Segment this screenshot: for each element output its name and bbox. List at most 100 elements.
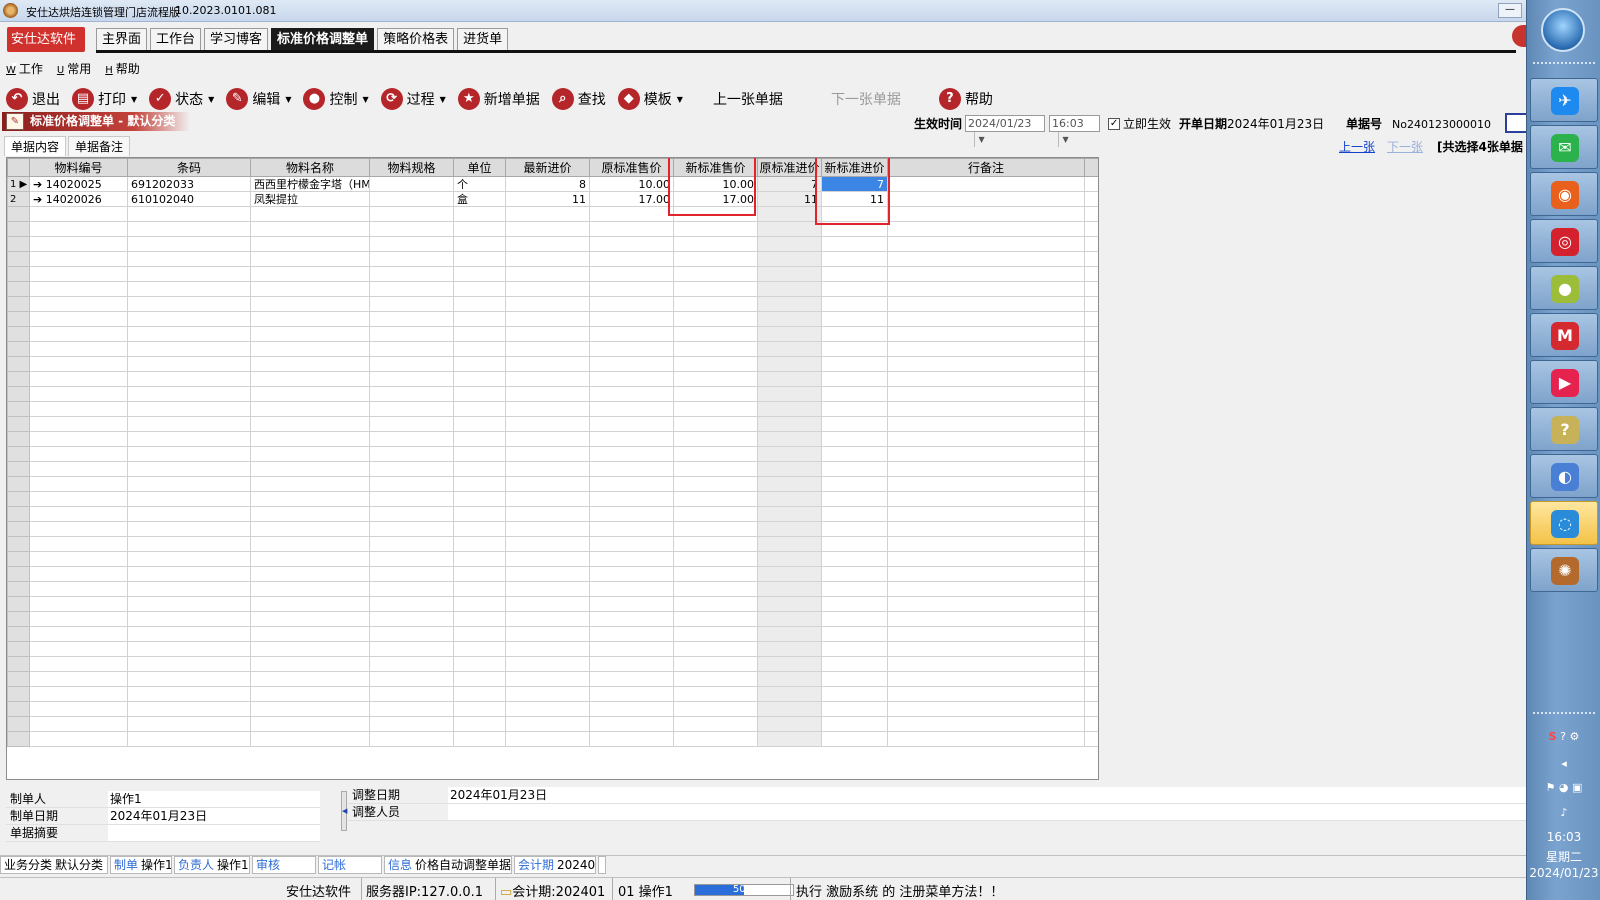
chevron-down-icon[interactable]: ▼: [974, 132, 988, 147]
grid-cell-name[interactable]: 凤梨提拉: [250, 191, 370, 207]
grid-cell-spec[interactable]: [369, 221, 454, 237]
row-indicator[interactable]: [7, 206, 30, 222]
grid-cell-new-cost[interactable]: [821, 206, 888, 222]
help-tray-icon[interactable]: ?: [1560, 730, 1566, 743]
grid-cell-new-cost[interactable]: [821, 461, 888, 477]
grid-cell-note[interactable]: [887, 341, 1085, 357]
grid-cell-spec[interactable]: [369, 371, 454, 387]
grid-cell-old-price[interactable]: [589, 326, 674, 342]
info-cell[interactable]: 制单 操作1: [110, 856, 172, 874]
grid-column-header[interactable]: 新标准进价: [821, 158, 888, 177]
table-row[interactable]: [7, 686, 1098, 702]
grid-cell-old-cost[interactable]: [757, 401, 822, 417]
grid-cell-old-price[interactable]: [589, 296, 674, 312]
row-indicator[interactable]: [7, 506, 30, 522]
row-indicator[interactable]: 1 ▶: [7, 176, 30, 192]
toolbar-button[interactable]: ✓ 状态 ▼: [149, 88, 214, 110]
footer-field-value[interactable]: 2024年01月23日: [108, 808, 320, 824]
grid-cell-old-price[interactable]: [589, 536, 674, 552]
grid-cell-note[interactable]: [887, 611, 1085, 627]
grid-column-header[interactable]: 物料编号: [29, 158, 128, 177]
grid-cell-old-price[interactable]: [589, 566, 674, 582]
grid-cell-name[interactable]: [250, 611, 370, 627]
grid-cell-note[interactable]: [887, 236, 1085, 252]
close-tab-icon[interactable]: [1512, 25, 1526, 47]
menu-item[interactable]: W 工作: [6, 60, 43, 78]
grid-cell-old-cost[interactable]: [757, 641, 822, 657]
grid-cell-old-price[interactable]: [589, 551, 674, 567]
grid-cell-new-cost[interactable]: 7: [821, 176, 888, 192]
grid-cell-code[interactable]: [29, 401, 128, 417]
grid-cell-latest-cost[interactable]: [505, 671, 590, 687]
grid-cell-new-cost[interactable]: [821, 506, 888, 522]
grid-cell-spec[interactable]: [369, 236, 454, 252]
grid-cell-note[interactable]: [887, 521, 1085, 537]
grid-cell-note[interactable]: [887, 266, 1085, 282]
grid-cell-new-cost[interactable]: [821, 656, 888, 672]
taskbar-app-button[interactable]: ✈: [1530, 78, 1598, 122]
table-row[interactable]: [7, 506, 1098, 522]
table-row[interactable]: [7, 731, 1098, 747]
grid-cell-unit[interactable]: [453, 626, 506, 642]
grid-cell-old-cost[interactable]: [757, 446, 822, 462]
grid-cell-new-price[interactable]: [673, 731, 758, 747]
grid-cell-note[interactable]: [887, 446, 1085, 462]
grid-cell-unit[interactable]: [453, 221, 506, 237]
grid-cell-barcode[interactable]: [127, 266, 251, 282]
grid-cell-new-cost[interactable]: [821, 326, 888, 342]
table-row[interactable]: 1 ▶ ➔ 14020025 691202033 西西里柠檬金字塔（HM 个 8 10.00…: [7, 176, 1098, 192]
grid-cell-name[interactable]: [250, 461, 370, 477]
taskbar-grip[interactable]: [1533, 62, 1595, 66]
grid-cell-latest-cost[interactable]: [505, 491, 590, 507]
grid-cell-new-price[interactable]: [673, 341, 758, 357]
grid-cell-code[interactable]: [29, 386, 128, 402]
grid-cell-unit[interactable]: [453, 686, 506, 702]
row-indicator[interactable]: [7, 536, 30, 552]
grid-cell-code[interactable]: [29, 641, 128, 657]
grid-cell-code[interactable]: [29, 266, 128, 282]
grid-cell-latest-cost[interactable]: [505, 701, 590, 717]
grid-cell-spec[interactable]: [369, 461, 454, 477]
grid-cell-barcode[interactable]: [127, 731, 251, 747]
grid-cell-barcode[interactable]: [127, 401, 251, 417]
grid-cell-unit[interactable]: [453, 431, 506, 447]
next-bill-link[interactable]: 下一张: [1387, 138, 1423, 155]
taskbar-app-button[interactable]: ◎: [1530, 219, 1598, 263]
table-row[interactable]: [7, 386, 1098, 402]
grid-cell-old-price[interactable]: 10.00: [589, 176, 674, 192]
grid-cell-new-price[interactable]: [673, 281, 758, 297]
grid-cell-old-cost[interactable]: [757, 296, 822, 312]
row-indicator[interactable]: [7, 656, 30, 672]
grid-cell-unit[interactable]: [453, 281, 506, 297]
grid-cell-note[interactable]: [887, 551, 1085, 567]
grid-cell-latest-cost[interactable]: [505, 716, 590, 732]
taskbar-app-button[interactable]: ◉: [1530, 172, 1598, 216]
taskbar-app-button[interactable]: ◐: [1530, 454, 1598, 498]
grid-cell-unit[interactable]: [453, 551, 506, 567]
grid-cell-latest-cost[interactable]: [505, 551, 590, 567]
table-row[interactable]: [7, 266, 1098, 282]
grid-column-header[interactable]: 新标准售价: [673, 158, 758, 177]
grid-cell-latest-cost[interactable]: [505, 596, 590, 612]
grid-cell-old-cost[interactable]: [757, 536, 822, 552]
grid-cell-old-price[interactable]: [589, 731, 674, 747]
grid-cell-code[interactable]: [29, 581, 128, 597]
grid-cell-barcode[interactable]: [127, 656, 251, 672]
grid-cell-spec[interactable]: [369, 596, 454, 612]
row-indicator[interactable]: [7, 401, 30, 417]
grid-cell-spec[interactable]: [369, 401, 454, 417]
grid-cell-old-price[interactable]: [589, 356, 674, 372]
grid-cell-note[interactable]: [887, 671, 1085, 687]
grid-cell-name[interactable]: [250, 401, 370, 417]
grid-cell-old-cost[interactable]: [757, 251, 822, 267]
grid-cell-barcode[interactable]: [127, 581, 251, 597]
table-row[interactable]: [7, 326, 1098, 342]
grid-cell-note[interactable]: [887, 731, 1085, 747]
grid-cell-barcode[interactable]: [127, 221, 251, 237]
grid-cell-spec[interactable]: [369, 686, 454, 702]
grid-cell-old-cost[interactable]: [757, 731, 822, 747]
table-row[interactable]: [7, 626, 1098, 642]
grid-cell-old-price[interactable]: [589, 596, 674, 612]
network-icon[interactable]: ▣: [1572, 781, 1582, 794]
grid-cell-new-cost[interactable]: 11: [821, 191, 888, 207]
